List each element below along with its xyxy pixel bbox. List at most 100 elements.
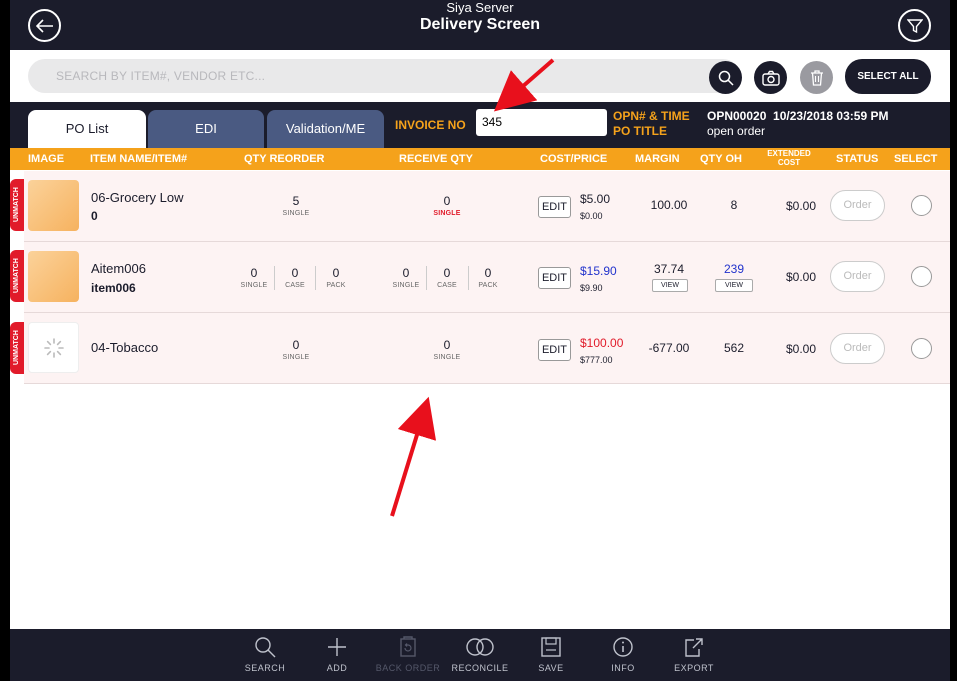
receive-qty-pack[interactable]: 0 PACK	[468, 266, 508, 289]
footer-reconcile-button[interactable]: RECONCILE	[440, 635, 520, 673]
select-all-button[interactable]: SELECT ALL	[845, 59, 931, 94]
opn-time-label: OPN# & TIME	[613, 109, 690, 123]
invoice-input[interactable]: 345	[476, 109, 607, 136]
col-item: ITEM NAME/ITEM#	[90, 153, 188, 165]
order-status-button[interactable]: Order	[830, 333, 885, 364]
edit-price-button[interactable]: EDIT	[538, 339, 571, 361]
app-frame: Siya Server Delivery Screen SEARCH BY IT…	[10, 0, 950, 681]
receive-qty[interactable]: 0 SINGLE	[427, 338, 467, 361]
search-button[interactable]	[709, 61, 742, 94]
qty-reorder-value: 5	[292, 194, 300, 208]
receive-qty-single[interactable]: 0 SINGLE	[386, 266, 426, 289]
footer-back-order-label: BACK ORDER	[375, 663, 441, 673]
delete-button[interactable]	[800, 61, 833, 94]
footer-save-button[interactable]: SAVE	[511, 635, 591, 673]
qty-reorder: 5 SINGLE	[276, 194, 316, 217]
tab-po-list[interactable]: PO List	[28, 110, 146, 148]
select-radio[interactable]	[911, 338, 932, 359]
receive-qty-value: 0	[443, 194, 451, 208]
unmatch-badge: UNMATCH	[10, 322, 24, 374]
qty-value: 0	[332, 266, 340, 280]
extended-cost: $0.00	[785, 199, 817, 213]
footer-save-label: SAVE	[538, 663, 564, 673]
po-title-value: open order	[707, 124, 766, 138]
footer-back-order-button[interactable]: BACK ORDER	[368, 635, 448, 673]
margin: 37.74	[653, 262, 685, 276]
back-order-icon	[400, 636, 416, 657]
opn-value: OPN00020 10/23/2018 03:59 PM open order	[707, 109, 888, 139]
tab-edi[interactable]: EDI	[148, 110, 264, 148]
plus-icon	[328, 638, 346, 656]
extended-cost: $0.00	[785, 342, 817, 356]
footer-info-button[interactable]: INFO	[583, 635, 663, 673]
cost: $777.00	[580, 355, 613, 365]
price: $15.90	[580, 264, 617, 278]
qty-oh-view-button[interactable]: VIEW	[715, 279, 753, 292]
invoice-label: INVOICE NO	[395, 118, 466, 132]
footer-export-label: EXPORT	[674, 663, 714, 673]
item-code: 0	[91, 209, 98, 223]
column-headers: IMAGE ITEM NAME/ITEM# QTY REORDER RECEIV…	[10, 148, 950, 170]
footer-search-label: SEARCH	[244, 663, 286, 673]
qty-reorder-case: 0 CASE	[275, 266, 315, 289]
col-select: SELECT	[894, 153, 938, 165]
receive-qty[interactable]: 0 SINGLE	[427, 194, 467, 217]
unmatch-badge: UNMATCH	[10, 250, 24, 302]
table-row[interactable]: UNMATCH 06-Grocery Low 0 5 SINGLE 0 SING…	[10, 171, 950, 242]
receive-qty-case[interactable]: 0 CASE	[427, 266, 467, 289]
qty-reorder-single: 0 SINGLE	[234, 266, 274, 289]
item-code: item006	[91, 281, 136, 295]
edit-price-button[interactable]: EDIT	[538, 267, 571, 289]
camera-button[interactable]	[754, 61, 787, 94]
edit-price-button[interactable]: EDIT	[538, 196, 571, 218]
qty-reorder-pack: 0 PACK	[316, 266, 356, 289]
table-row[interactable]: UNMATCH Aitem006 item006 0 SINGLE 0 CASE…	[10, 242, 950, 313]
footer-search-button[interactable]: SEARCH	[225, 635, 305, 673]
item-name: Aitem006	[91, 261, 146, 276]
item-image	[28, 251, 79, 302]
qty-reorder-value: 0	[292, 338, 300, 352]
order-status-button[interactable]: Order	[830, 190, 885, 221]
search-input[interactable]: SEARCH BY ITEM#, VENDOR ETC...	[28, 59, 740, 93]
footer-export-button[interactable]: EXPORT	[654, 635, 734, 673]
reconcile-icon	[466, 638, 494, 656]
qty-unit: PACK	[326, 282, 346, 289]
item-image	[28, 322, 79, 373]
margin-view-button[interactable]: VIEW	[652, 279, 688, 292]
col-qty-reorder: QTY REORDER	[244, 153, 325, 165]
col-qty-oh: QTY OH	[700, 153, 742, 165]
select-radio[interactable]	[911, 266, 932, 287]
search-icon	[718, 70, 734, 86]
table-row[interactable]: UNMATCH 04-Tobacco 0 SINGLE 0 SINGLE EDI…	[10, 313, 950, 384]
filter-icon	[906, 18, 923, 33]
qty-unit: CASE	[285, 282, 305, 289]
footer-add-label: ADD	[326, 663, 348, 673]
item-name: 06-Grocery Low	[91, 190, 184, 205]
tab-validation[interactable]: Validation/ME	[267, 110, 384, 148]
cost: $0.00	[580, 211, 603, 221]
col-receive-qty: RECEIVE QTY	[399, 153, 473, 165]
unmatch-badge: UNMATCH	[10, 179, 24, 231]
item-image	[28, 180, 79, 231]
cost: $9.90	[580, 283, 603, 293]
item-name: 04-Tobacco	[91, 340, 159, 355]
qty-on-hand[interactable]: 239	[714, 262, 754, 276]
camera-icon	[761, 70, 780, 86]
qty-on-hand: 562	[723, 341, 745, 355]
col-extended-line1: EXTENDED	[767, 149, 811, 158]
select-radio[interactable]	[911, 195, 932, 216]
info-icon	[613, 637, 633, 657]
filter-button[interactable]	[898, 9, 931, 42]
qty-value: 0	[484, 266, 492, 280]
col-image: IMAGE	[28, 153, 65, 165]
opn-time-value: OPN00020 10/23/2018 03:59 PM	[707, 109, 889, 123]
opn-label: OPN# & TIME PO TITLE	[613, 109, 690, 139]
price: $100.00	[580, 336, 624, 350]
order-status-button[interactable]: Order	[830, 261, 885, 292]
qty-value: 0	[443, 266, 451, 280]
loading-spinner-icon	[43, 337, 64, 358]
qty-on-hand: 8	[730, 198, 738, 212]
footer-add-button[interactable]: ADD	[297, 635, 377, 673]
tab-row: PO List EDI Validation/ME INVOICE NO 345…	[10, 102, 950, 148]
bottom-toolbar: SEARCH ADD BACK ORDER RECONCILE SAVE INF…	[10, 629, 950, 681]
